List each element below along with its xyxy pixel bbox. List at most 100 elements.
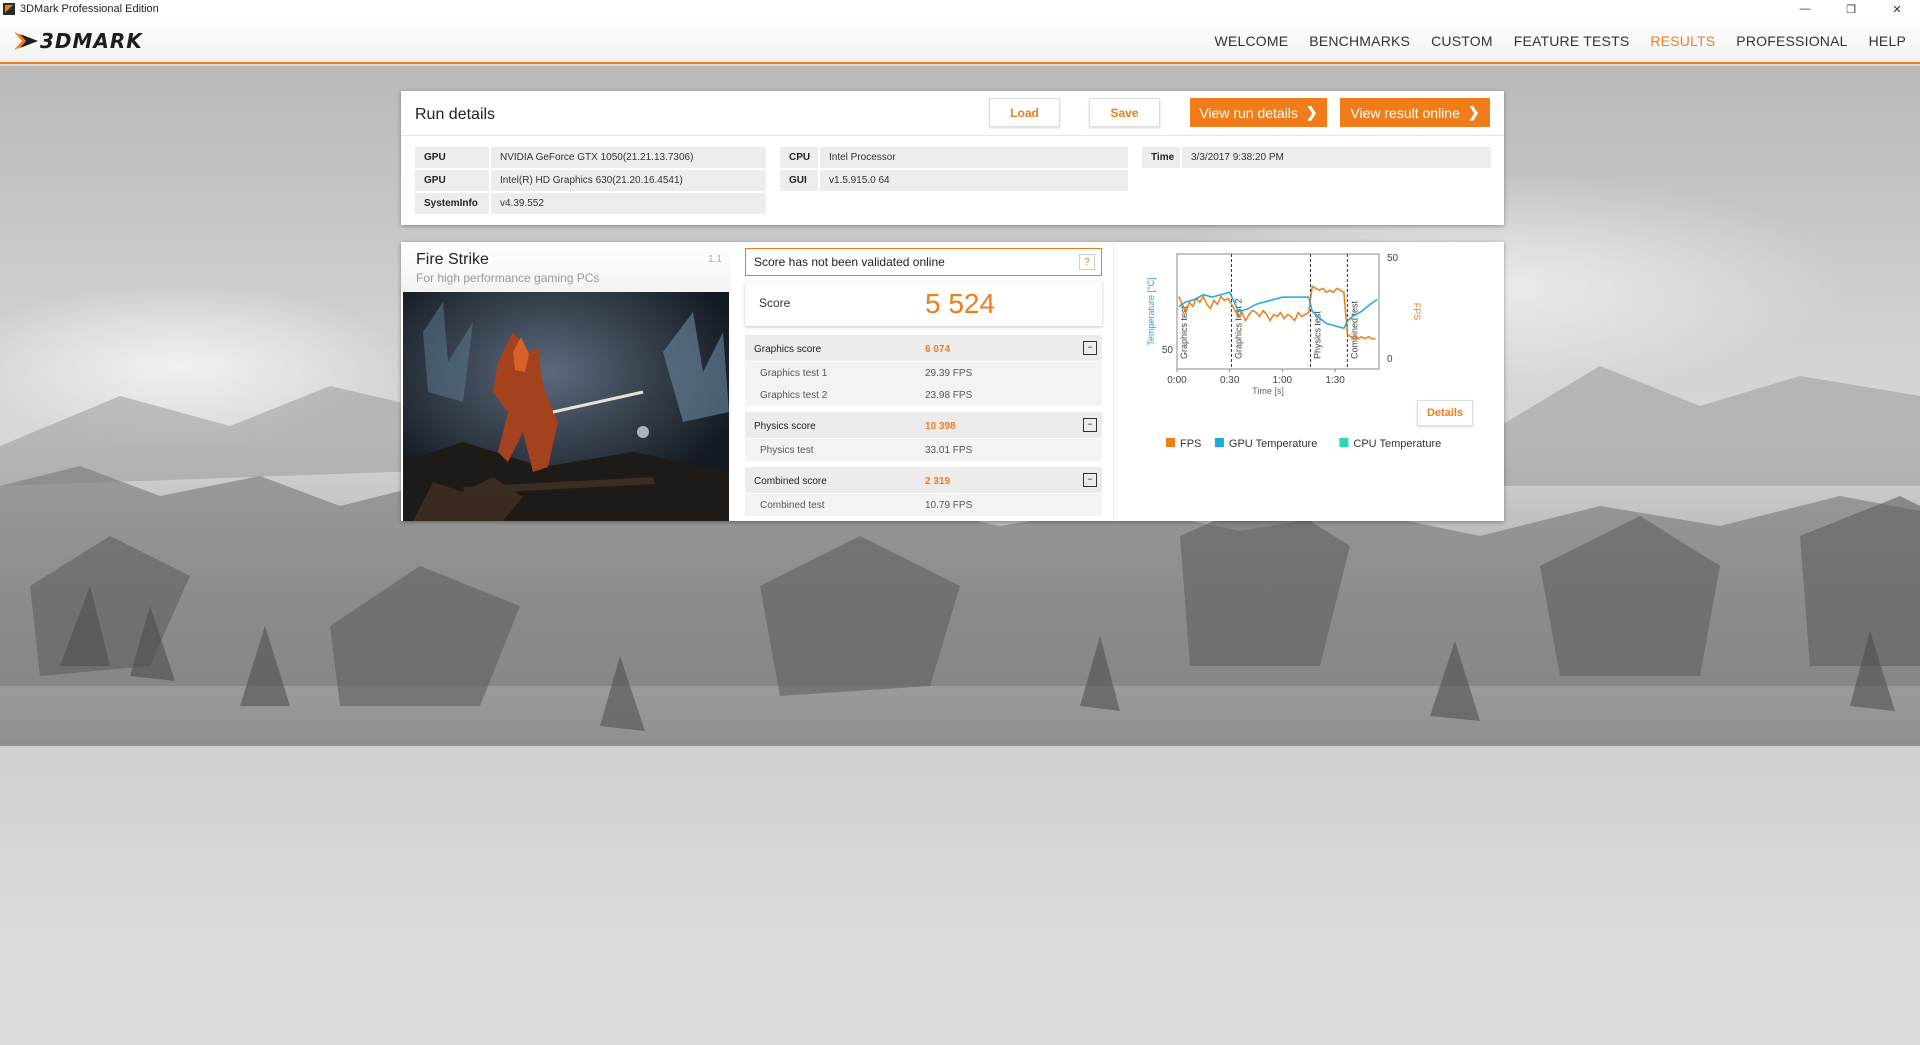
monitoring-chart-area: Graphics test Graphics test 2 Physics test… bbox=[1113, 242, 1504, 521]
help-icon[interactable]: ? bbox=[1079, 254, 1095, 270]
header-divider bbox=[401, 135, 1504, 136]
combined-test-row: Combined test 10.79 FPS bbox=[745, 494, 1102, 516]
combined-score-value: 2 319 bbox=[925, 476, 951, 487]
info-value: Intel Processor bbox=[829, 152, 896, 163]
x-tick-label: 1:00 bbox=[1273, 375, 1293, 386]
fire-strike-artwork bbox=[403, 292, 729, 521]
legend-label: FPS bbox=[1180, 438, 1201, 450]
nav-professional[interactable]: PROFESSIONAL bbox=[1736, 33, 1847, 49]
nav-custom[interactable]: CUSTOM bbox=[1431, 33, 1493, 49]
view-result-online-label: View result online bbox=[1350, 104, 1460, 121]
nav-feature-tests[interactable]: FEATURE TESTS bbox=[1514, 33, 1630, 49]
app-logo: 3DMARK bbox=[12, 24, 143, 58]
info-value: v1.5.915.0 64 bbox=[829, 175, 890, 186]
nav-menu: WELCOME BENCHMARKS CUSTOM FEATURE TESTS … bbox=[1194, 18, 1906, 64]
info-row-gpu-1: GPU NVIDIA GeForce GTX 1050(21.21.13.730… bbox=[415, 147, 766, 168]
save-button[interactable]: Save bbox=[1089, 98, 1160, 127]
run-details-panel: Run details Load Save View run details ❯… bbox=[401, 91, 1504, 225]
nav-help[interactable]: HELP bbox=[1869, 33, 1906, 49]
logo-swoosh-icon bbox=[14, 32, 38, 50]
test-value: 23.98 FPS bbox=[925, 390, 973, 401]
info-key: CPU bbox=[780, 147, 820, 168]
window-title: 3DMark Professional Edition bbox=[20, 3, 159, 15]
nav-results[interactable]: RESULTS bbox=[1650, 33, 1715, 49]
nav-welcome[interactable]: WELCOME bbox=[1215, 33, 1289, 49]
info-value: 3/3/2017 9:38:20 PM bbox=[1191, 152, 1284, 163]
legend-label: CPU Temperature bbox=[1353, 438, 1441, 450]
run-details-title: Run details bbox=[415, 106, 496, 123]
restore-button[interactable]: ❐ bbox=[1828, 0, 1874, 18]
section-label: Physics test bbox=[1312, 310, 1322, 359]
test-value: 29.39 FPS bbox=[925, 368, 973, 379]
benchmark-artwork-image bbox=[403, 292, 729, 521]
test-label: Combined test bbox=[760, 500, 825, 511]
collapse-icon[interactable]: − bbox=[1083, 473, 1097, 487]
benchmark-version: 1.1 bbox=[708, 254, 722, 265]
test-label: Physics test bbox=[760, 445, 814, 456]
y-right-tick-label: 50 bbox=[1387, 253, 1399, 264]
legend-label: GPU Temperature bbox=[1229, 438, 1317, 450]
info-key: SystemInfo bbox=[415, 193, 491, 214]
info-row-cpu: CPU Intel Processor bbox=[780, 147, 1128, 168]
y-left-tick-label: 50 bbox=[1162, 345, 1174, 356]
validation-notice: Score has not been validated online ? bbox=[745, 248, 1102, 276]
physics-score-row: Physics score 10 398 − bbox=[745, 412, 1102, 438]
collapse-icon[interactable]: − bbox=[1083, 418, 1097, 432]
minimize-button[interactable]: — bbox=[1782, 0, 1828, 18]
chevron-right-icon: ❯ bbox=[1467, 104, 1480, 120]
legend-swatch bbox=[1339, 438, 1349, 447]
monitoring-chart: Graphics test Graphics test 2 Physics test… bbox=[1146, 253, 1441, 450]
graphics-test-2-row: Graphics test 2 23.98 FPS bbox=[745, 384, 1102, 406]
test-label: Graphics test 1 bbox=[760, 368, 828, 379]
close-button[interactable]: ✕ bbox=[1874, 0, 1920, 18]
y-right-axis-label: FPS bbox=[1412, 303, 1422, 321]
benchmark-subtitle: For high performance gaming PCs bbox=[416, 271, 600, 285]
load-button[interactable]: Load bbox=[989, 98, 1060, 127]
info-value: NVIDIA GeForce GTX 1050(21.21.13.7306) bbox=[500, 152, 694, 163]
nav-benchmarks[interactable]: BENCHMARKS bbox=[1309, 33, 1410, 49]
physics-score-label: Physics score bbox=[754, 421, 816, 432]
benchmark-result-panel: Fire Strike For high performance gaming … bbox=[401, 242, 1504, 521]
info-row-gpu-2: GPU Intel(R) HD Graphics 630(21.20.16.45… bbox=[415, 170, 766, 191]
y-left-axis-label: Temperature [°C] bbox=[1146, 277, 1156, 345]
validation-text: Score has not been validated online bbox=[754, 255, 945, 269]
x-tick-label: 1:30 bbox=[1325, 375, 1345, 386]
section-label: Graphics test 2 bbox=[1233, 298, 1243, 359]
score-value: 5 524 bbox=[925, 288, 996, 319]
info-value: v4.39.552 bbox=[500, 198, 544, 209]
graphics-score-row: Graphics score 6 074 − bbox=[745, 335, 1102, 361]
y-right-tick-label: 0 bbox=[1387, 354, 1393, 365]
graphics-score-label: Graphics score bbox=[754, 344, 822, 355]
app-icon bbox=[3, 3, 15, 15]
legend-swatch bbox=[1166, 438, 1175, 447]
x-axis-label: Time [s] bbox=[1252, 386, 1284, 396]
test-label: Graphics test 2 bbox=[760, 390, 828, 401]
info-key: GPU bbox=[415, 170, 491, 191]
chevron-right-icon: ❯ bbox=[1305, 104, 1318, 120]
section-label: Graphics test bbox=[1179, 305, 1189, 359]
benchmark-name: Fire Strike bbox=[416, 251, 489, 268]
collapse-icon[interactable]: − bbox=[1083, 341, 1097, 355]
info-key: GPU bbox=[415, 147, 491, 168]
series-line-fps bbox=[1178, 285, 1376, 340]
window-controls: — ❐ ✕ bbox=[1782, 0, 1920, 18]
legend-swatch bbox=[1214, 438, 1224, 447]
details-button[interactable]: Details bbox=[1417, 400, 1473, 426]
view-run-details-label: View run details bbox=[1199, 104, 1298, 121]
logo-text: 3DMARK bbox=[40, 29, 143, 53]
benchmark-header: Fire Strike For high performance gaming … bbox=[401, 242, 731, 292]
score-label: Score bbox=[759, 296, 791, 310]
combined-score-label: Combined score bbox=[754, 476, 827, 487]
test-value: 10.79 FPS bbox=[925, 500, 973, 511]
overall-score-box: Score 5 524 bbox=[745, 282, 1102, 326]
info-row-gui: GUI v1.5.915.0 64 bbox=[780, 170, 1128, 191]
view-run-details-button[interactable]: View run details ❯ bbox=[1190, 98, 1327, 127]
combined-score-row: Combined score 2 319 − bbox=[745, 467, 1102, 493]
info-key: GUI bbox=[780, 170, 820, 191]
x-tick-label: 0:30 bbox=[1220, 375, 1240, 386]
info-key: Time bbox=[1142, 147, 1182, 168]
test-value: 33.01 FPS bbox=[925, 445, 973, 456]
section-label: Combined test bbox=[1349, 300, 1359, 359]
physics-test-row: Physics test 33.01 FPS bbox=[745, 439, 1102, 461]
view-result-online-button[interactable]: View result online ❯ bbox=[1340, 98, 1490, 127]
